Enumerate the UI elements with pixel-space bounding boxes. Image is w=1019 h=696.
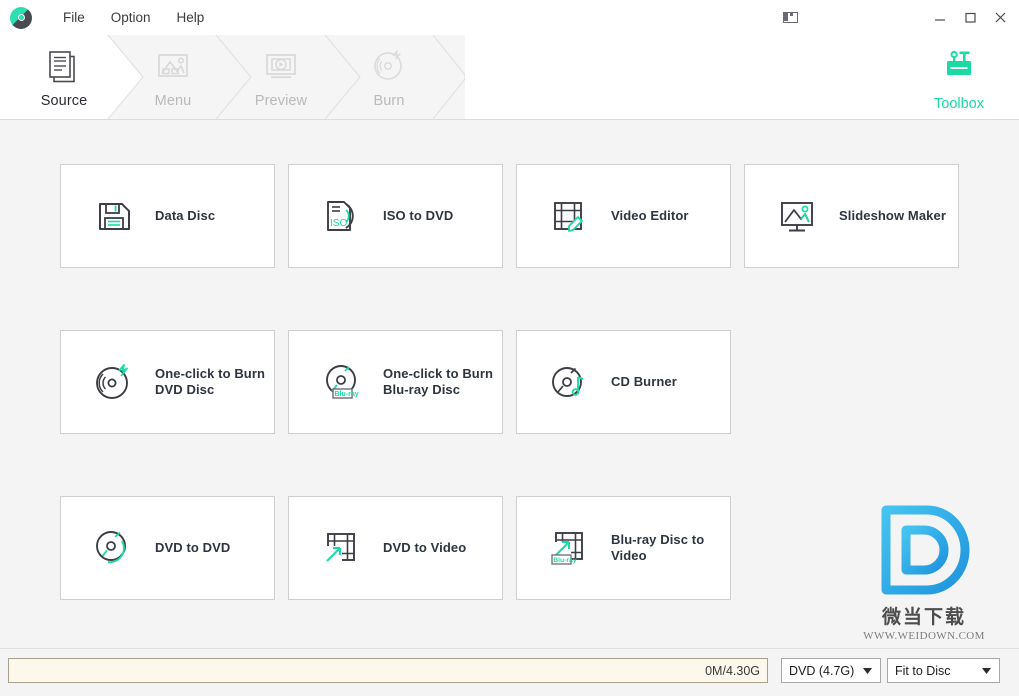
tool-iso-to-dvd[interactable]: ISO ISO to DVD [288, 164, 503, 268]
step-preview-label: Preview [254, 93, 308, 109]
watermark-cn-text: 微当下载 [881, 606, 966, 628]
tool-title: ISO to DVD [383, 208, 454, 223]
step-burn-label: Burn [373, 93, 405, 109]
step-source-label: Source [40, 93, 88, 109]
toolbox-button[interactable]: Toolbox [913, 35, 1005, 119]
burn-dvd-icon [87, 355, 141, 409]
tool-cd-burner[interactable]: CD Burner [516, 330, 731, 434]
tool-title: Blu-ray Disc to Video [611, 532, 705, 563]
tool-title: One-click to Burn DVD Disc [155, 366, 266, 397]
tool-title: Data Disc [155, 208, 216, 223]
svg-text:ISO: ISO [330, 218, 347, 229]
step-burn[interactable]: Burn [339, 35, 439, 119]
tool-data-disc[interactable]: Data Disc [60, 164, 275, 268]
film-pencil-icon [543, 189, 597, 243]
menu-option[interactable]: Option [98, 6, 164, 30]
step-preview[interactable]: Preview [231, 35, 331, 119]
toolbox-label: Toolbox [934, 96, 984, 112]
documents-icon [44, 45, 84, 85]
step-toolbar: Source Menu Preview Burn Toolbox [0, 35, 1019, 120]
tool-title: DVD to DVD [155, 540, 231, 555]
burn-bluray-icon: Blu-ray [315, 355, 369, 409]
film-bluray-icon: Blu-ray [543, 521, 597, 575]
menu-bar: File Option Help [50, 0, 217, 35]
image-icon [153, 45, 193, 85]
capacity-text: 0M/4.30G [705, 663, 760, 678]
svg-text:Blu-ray: Blu-ray [335, 391, 359, 398]
chevron-down-icon [859, 667, 876, 674]
tool-dvd-to-dvd[interactable]: DVD to DVD [60, 496, 275, 600]
watermark: 微当下载 WWW.WEIDOWN.COM [849, 500, 999, 642]
watermark-url-text: WWW.WEIDOWN.COM [863, 630, 985, 642]
tool-title: Slideshow Maker [839, 208, 946, 223]
floppy-disk-icon [87, 189, 141, 243]
tools-grid: Data Disc ISO ISO to DVD Video Editor Sl… [0, 120, 1019, 648]
chevron-down-icon [978, 667, 995, 674]
burning-disc-icon [369, 45, 409, 85]
disc-capacity-progress: 0M/4.30G [8, 658, 768, 683]
window-controls [925, 3, 1015, 33]
fit-mode-select[interactable]: Fit to Disc [887, 658, 1000, 683]
maximize-button[interactable] [955, 3, 985, 33]
tool-dvd-to-video[interactable]: DVD to Video [288, 496, 503, 600]
toolbox-icon [939, 42, 979, 87]
video-player-icon [261, 45, 301, 85]
monitor-photo-icon [771, 189, 825, 243]
tool-oneclick-burn-bluray[interactable]: Blu-ray One-click to Burn Blu-ray Disc [288, 330, 503, 434]
tool-title: CD Burner [611, 374, 677, 389]
svg-text:Blu-ray: Blu-ray [553, 557, 577, 564]
tool-slideshow-maker[interactable]: Slideshow Maker [744, 164, 959, 268]
app-window: File Option Help Source Menu Preview Bur… [0, 0, 1019, 696]
cd-music-icon [543, 355, 597, 409]
tool-title: DVD to Video [383, 540, 467, 555]
fit-mode-value: Fit to Disc [895, 663, 951, 678]
tool-title: Video Editor [611, 208, 689, 223]
disc-type-select[interactable]: DVD (4.7G) [781, 658, 881, 683]
step-source[interactable]: Source [14, 35, 114, 119]
tool-video-editor[interactable]: Video Editor [516, 164, 731, 268]
tool-oneclick-burn-dvd[interactable]: One-click to Burn DVD Disc [60, 330, 275, 434]
minimize-button[interactable] [925, 3, 955, 33]
tool-title: One-click to Burn Blu-ray Disc [383, 366, 494, 397]
film-arrow-icon [315, 521, 369, 575]
dvd-copy-icon [87, 521, 141, 575]
iso-file-icon: ISO [315, 189, 369, 243]
menu-help[interactable]: Help [164, 6, 218, 30]
menu-file[interactable]: File [50, 6, 98, 30]
disc-type-value: DVD (4.7G) [789, 663, 855, 678]
title-bar: File Option Help [0, 0, 1019, 35]
close-button[interactable] [985, 3, 1015, 33]
panel-layout-icon[interactable] [781, 11, 801, 25]
step-menu[interactable]: Menu [123, 35, 223, 119]
letter-d-logo-icon [881, 505, 969, 595]
step-menu-label: Menu [154, 93, 192, 109]
tool-bluray-to-video[interactable]: Blu-ray Blu-ray Disc to Video [516, 496, 731, 600]
disc-logo-icon [10, 6, 32, 29]
